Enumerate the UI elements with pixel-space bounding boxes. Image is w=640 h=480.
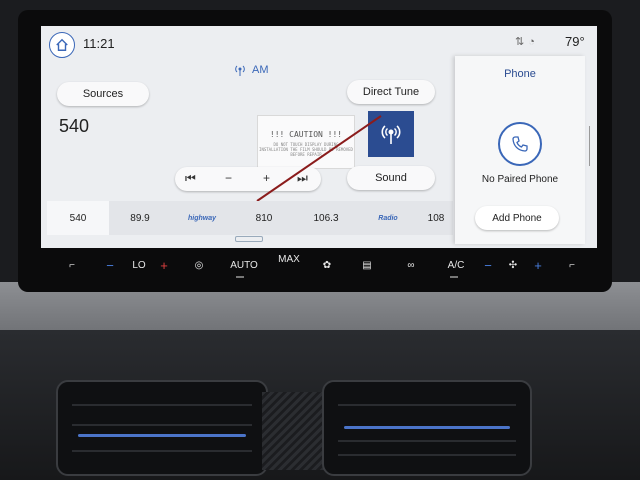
page-indicator xyxy=(235,236,263,242)
phone-status: No Paired Phone xyxy=(481,174,559,185)
scroll-indicator xyxy=(589,126,594,166)
phone-title: Phone xyxy=(504,68,536,80)
phone-button[interactable] xyxy=(498,122,542,166)
auto-climate-button[interactable]: AUTO xyxy=(230,254,258,276)
preset-5[interactable]: 106.3 xyxy=(295,201,357,235)
passenger-seat-heat-icon[interactable]: ⌐ xyxy=(562,254,582,276)
preset-1[interactable]: 540 xyxy=(47,201,109,235)
center-trim xyxy=(262,392,324,470)
recirculation-icon[interactable]: ∞ xyxy=(400,254,422,276)
preset-6-logo[interactable]: Radio xyxy=(357,201,419,235)
ac-indicator xyxy=(450,276,458,278)
fan-up-button[interactable]: + xyxy=(528,254,548,276)
preset-4[interactable]: 810 xyxy=(233,201,295,235)
preset-3-logo[interactable]: highway xyxy=(171,201,233,235)
preset-bar: 540 89.9 highway 810 106.3 Radio 108 xyxy=(47,201,453,235)
ac-button[interactable]: A/C xyxy=(444,254,468,276)
infotainment-screen: 11:21 ⇅◔ 79° AM Sources Direct Tune 540 … xyxy=(41,26,597,248)
add-phone-button[interactable]: Add Phone xyxy=(475,206,559,230)
driver-seat-heat-icon[interactable]: ⌐ xyxy=(62,254,82,276)
right-air-vent[interactable] xyxy=(322,380,532,476)
phone-panel: Phone No Paired Phone Add Phone xyxy=(455,56,585,244)
max-defrost-button[interactable]: MAX xyxy=(276,248,302,270)
auto-indicator xyxy=(236,276,244,278)
steering-heat-icon[interactable]: ◎ xyxy=(188,254,210,276)
preset-7[interactable]: 108 xyxy=(419,201,453,235)
phone-handset-icon xyxy=(512,136,528,152)
fan-icon: ✣ xyxy=(508,259,518,271)
driver-temp-up-button[interactable]: + xyxy=(154,254,174,276)
left-air-vent[interactable] xyxy=(56,380,268,476)
defrost-icon[interactable]: ✿ xyxy=(316,254,338,276)
rear-defrost-icon[interactable]: ▤ xyxy=(356,254,378,276)
preset-2[interactable]: 89.9 xyxy=(109,201,171,235)
driver-temp-down-button[interactable]: − xyxy=(100,254,120,276)
fan-down-button[interactable]: − xyxy=(478,254,498,276)
driver-temp-display: LO xyxy=(132,259,146,271)
climate-strip: ⌐ − LO + ◎ AUTO MAX ✿ ▤ ∞ A/C − ✣ + ⌐ xyxy=(50,248,590,282)
